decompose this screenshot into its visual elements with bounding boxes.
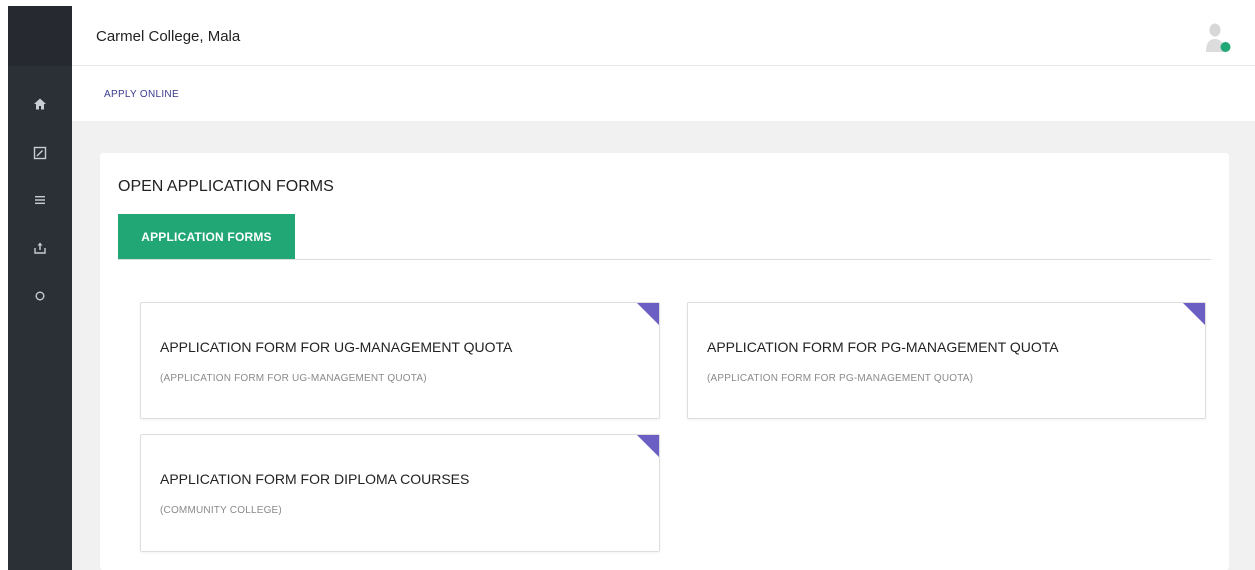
form-card-diploma-courses[interactable]: APPLICATION FORM FOR DIPLOMA COURSES (CO… [140, 434, 660, 552]
top-bar: Carmel College, Mala [72, 6, 1255, 66]
sidebar-item-menu[interactable] [28, 188, 52, 212]
tab-application-forms[interactable]: APPLICATION FORMS [118, 214, 295, 259]
form-card-pg-management[interactable]: APPLICATION FORM FOR PG-MANAGEMENT QUOTA… [687, 302, 1206, 419]
sidebar-item-home[interactable] [28, 92, 52, 116]
app-page: Carmel College, Mala APPLY ONLINE OPEN A… [8, 6, 1255, 570]
sidebar [8, 6, 72, 570]
user-avatar[interactable] [1202, 20, 1232, 54]
avatar-icon [1206, 23, 1231, 52]
form-subtitle: (APPLICATION FORM FOR PG-MANAGEMENT QUOT… [707, 373, 974, 384]
form-subtitle: (COMMUNITY COLLEGE) [160, 505, 282, 516]
sidebar-item-upload[interactable] [28, 236, 52, 260]
sidebar-item-edit[interactable] [28, 141, 52, 165]
sidebar-logo-area [8, 6, 72, 66]
form-name: APPLICATION FORM FOR UG-MANAGEMENT QUOTA [160, 339, 513, 355]
home-icon [34, 98, 46, 110]
form-name: APPLICATION FORM FOR DIPLOMA COURSES [160, 471, 470, 487]
upload-icon [34, 242, 46, 254]
breadcrumb-bar: APPLY ONLINE [72, 66, 1255, 121]
form-card-ug-management[interactable]: APPLICATION FORM FOR UG-MANAGEMENT QUOTA… [140, 302, 660, 419]
menu-icon [35, 196, 45, 204]
panel-title: OPEN APPLICATION FORMS [118, 178, 334, 195]
corner-ribbon-icon [637, 303, 659, 325]
edit-icon [33, 146, 47, 160]
tab-bar: APPLICATION FORMS [118, 214, 1211, 260]
online-status-dot [1220, 42, 1231, 52]
form-name: APPLICATION FORM FOR PG-MANAGEMENT QUOTA [707, 339, 1059, 355]
open-application-forms-panel: OPEN APPLICATION FORMS APPLICATION FORMS… [100, 153, 1229, 570]
college-title: Carmel College, Mala [96, 28, 241, 45]
corner-ribbon-icon [637, 435, 659, 457]
breadcrumb-apply-online[interactable]: APPLY ONLINE [104, 89, 179, 100]
circle-icon [35, 291, 45, 301]
form-subtitle: (APPLICATION FORM FOR UG-MANAGEMENT QUOT… [160, 373, 427, 384]
sidebar-item-circle[interactable] [28, 284, 52, 308]
corner-ribbon-icon [1183, 303, 1205, 325]
